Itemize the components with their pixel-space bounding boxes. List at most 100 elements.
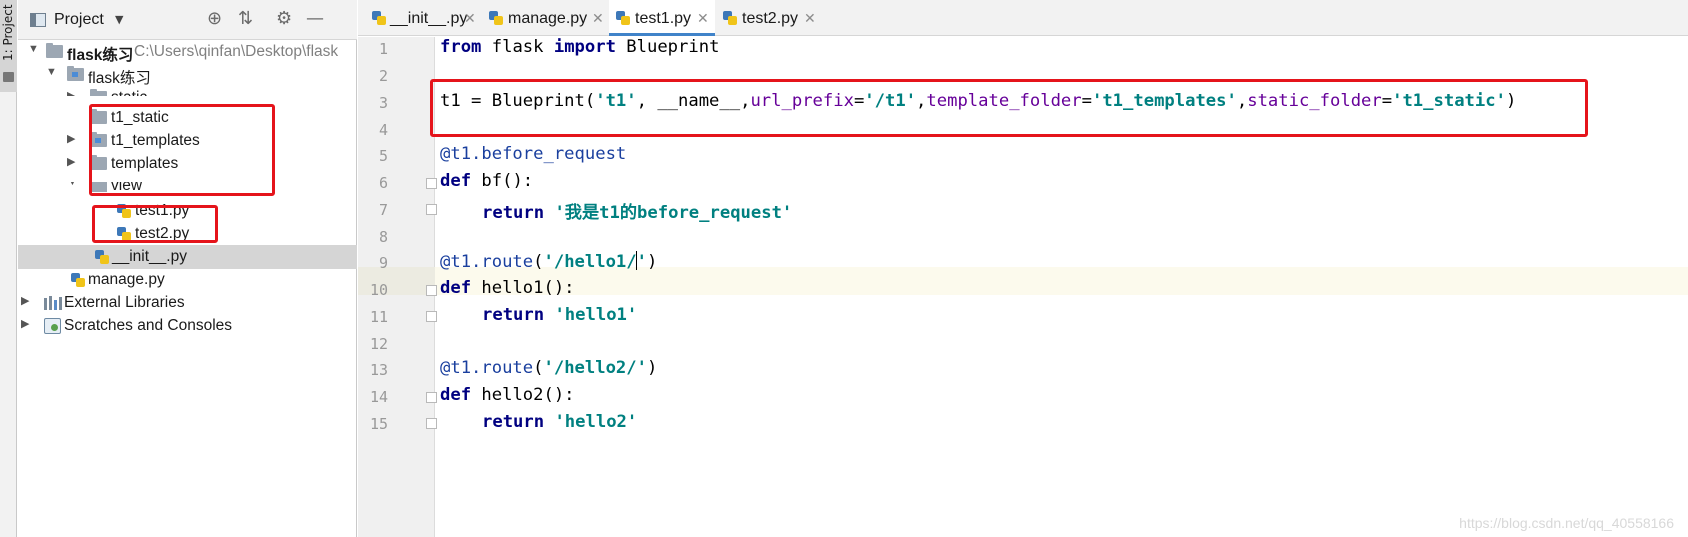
folder-icon [90, 89, 107, 96]
code-line-9: @t1.route('/hello1/') [440, 251, 657, 272]
python-file-icon [616, 11, 631, 26]
chevron-down-icon[interactable]: ▼ [115, 13, 123, 26]
chevron-right-icon[interactable]: ▶ [67, 155, 75, 168]
tree-item-external-libraries[interactable]: ▶ External Libraries [18, 291, 357, 315]
tree-item-scratches[interactable]: ▶ Scratches and Consoles [18, 314, 357, 338]
chevron-right-icon[interactable]: ▶ [21, 317, 29, 330]
code-token: hello2(): [471, 385, 575, 405]
code-line-1: from flask import Blueprint [440, 37, 719, 57]
line-number: 7 [378, 201, 388, 219]
tree-item-static[interactable]: ▶ static [18, 86, 357, 96]
tab-label: manage.py [508, 10, 588, 27]
close-icon[interactable]: ✕ [464, 10, 476, 27]
chevron-down-icon[interactable]: ▼ [46, 66, 57, 78]
tab-manage-py[interactable]: manage.py ✕ [481, 0, 609, 36]
decorator-token: @t1.before_request [440, 144, 627, 164]
python-file-icon [489, 11, 504, 26]
fold-marker-icon[interactable] [426, 392, 437, 403]
fold-marker-icon[interactable] [426, 418, 437, 429]
code-token: Blueprint [615, 37, 720, 57]
keyword-token: def [440, 171, 472, 191]
chevron-down-icon[interactable]: ▼ [67, 182, 78, 188]
project-view-icon [30, 13, 46, 27]
code-line-11: return 'hello1' [482, 305, 637, 325]
fold-marker-icon[interactable] [426, 204, 437, 215]
project-view-selector[interactable]: Project [54, 11, 104, 29]
line-number: 3 [378, 94, 388, 112]
code-line-14: def hello2(): [440, 385, 575, 405]
tree-item-flask-root[interactable]: ▼ flask练习 C:\Users\qinfan\Desktop\flask [18, 40, 357, 64]
folder-icon [46, 43, 63, 58]
code-token: hello1(): [471, 278, 575, 298]
annotation-box-folders [89, 104, 275, 196]
project-panel-header: Project ▼ ⊕ ⇅ ⚙ — [18, 0, 357, 40]
fold-marker-icon[interactable] [426, 285, 437, 296]
project-tool-tab[interactable]: 1: Project [0, 0, 17, 92]
tree-item-init-py[interactable]: __init__.py [18, 245, 357, 269]
project-panel: Project ▼ ⊕ ⇅ ⚙ — ▼ flask练习 C:\Users\qin… [18, 0, 357, 537]
tree-item-label: static [111, 89, 147, 96]
code-line-13: @t1.route('/hello2/') [440, 358, 657, 378]
fold-marker-icon[interactable] [426, 178, 437, 189]
keyword-token: from [440, 37, 482, 57]
annotation-box-test1 [92, 205, 218, 243]
line-number: 5 [378, 147, 388, 165]
tree-item-label: flask练习 [88, 70, 151, 87]
editor-tab-bar: __init__.py ✕ manage.py ✕ test1.py ✕ tes… [358, 0, 1688, 36]
code-line-7: return '我是t1的before_request' [482, 198, 792, 223]
fold-marker-icon[interactable] [426, 311, 437, 322]
line-number: 2 [378, 67, 388, 85]
code-token: bf(): [471, 171, 534, 191]
code-token: ( [533, 252, 544, 272]
code-token: ) [646, 358, 658, 378]
tab-test2-py[interactable]: test2.py ✕ [715, 0, 821, 36]
tree-item-manage-py[interactable]: manage.py [18, 268, 357, 292]
code-line-5: @t1.before_request [440, 144, 626, 164]
tree-item-flask-package[interactable]: ▼ flask练习 [18, 63, 357, 87]
code-line-15: return 'hello2' [482, 412, 637, 432]
tab-label: test1.py [635, 10, 692, 27]
tab-label: __init__.py [390, 10, 468, 27]
string-token: 'hello1' [554, 305, 638, 325]
code-line-6: def bf(): [440, 171, 533, 191]
code-line-10: def hello1(): [440, 278, 575, 298]
keyword-token: import [553, 37, 616, 57]
close-icon[interactable]: ✕ [592, 10, 604, 27]
tab-init-py[interactable]: __init__.py ✕ [358, 0, 481, 36]
line-number: 11 [369, 308, 388, 326]
string-token: 'hello2' [554, 412, 638, 432]
line-number: 12 [369, 335, 388, 353]
keyword-token: def [440, 278, 472, 298]
decorator-token: @t1.route [440, 358, 534, 378]
string-token: '/hello2/' [543, 358, 647, 378]
locate-icon[interactable]: ⊕ [207, 9, 222, 29]
tab-label: test2.py [742, 10, 799, 27]
tree-item-label: __init__.py [112, 248, 187, 265]
line-number: 15 [369, 415, 388, 433]
string-token: ' [636, 252, 647, 272]
python-file-icon [723, 11, 738, 26]
chevron-down-icon[interactable]: ▼ [28, 43, 39, 55]
line-number: 9 [378, 254, 388, 272]
line-number: 1 [378, 40, 388, 58]
line-number: 4 [378, 121, 388, 139]
chevron-right-icon[interactable]: ▶ [67, 89, 75, 96]
close-icon[interactable]: ✕ [697, 10, 709, 27]
close-icon[interactable]: ✕ [804, 10, 816, 27]
string-token: '/hello1/ [543, 252, 637, 272]
python-file-icon [70, 272, 86, 288]
tree-item-label: External Libraries [64, 294, 185, 311]
chevron-right-icon[interactable]: ▶ [21, 294, 29, 307]
tab-test1-py[interactable]: test1.py ✕ [609, 0, 715, 36]
annotation-box-blueprint-line [430, 79, 1588, 137]
tree-item-label: flask练习 [67, 47, 134, 64]
settings-gear-icon[interactable]: ⚙ [276, 9, 292, 29]
string-token: '我是t1的before_request' [554, 203, 793, 223]
chevron-right-icon[interactable]: ▶ [67, 132, 75, 145]
keyword-token: return [482, 203, 545, 223]
project-tool-tab-label: 1: Project [1, 4, 15, 61]
libraries-icon [44, 296, 62, 310]
collapse-all-icon[interactable]: ⇅ [238, 9, 253, 29]
decorator-token: @t1.route [440, 252, 534, 272]
hide-minus-icon[interactable]: — [306, 9, 324, 29]
